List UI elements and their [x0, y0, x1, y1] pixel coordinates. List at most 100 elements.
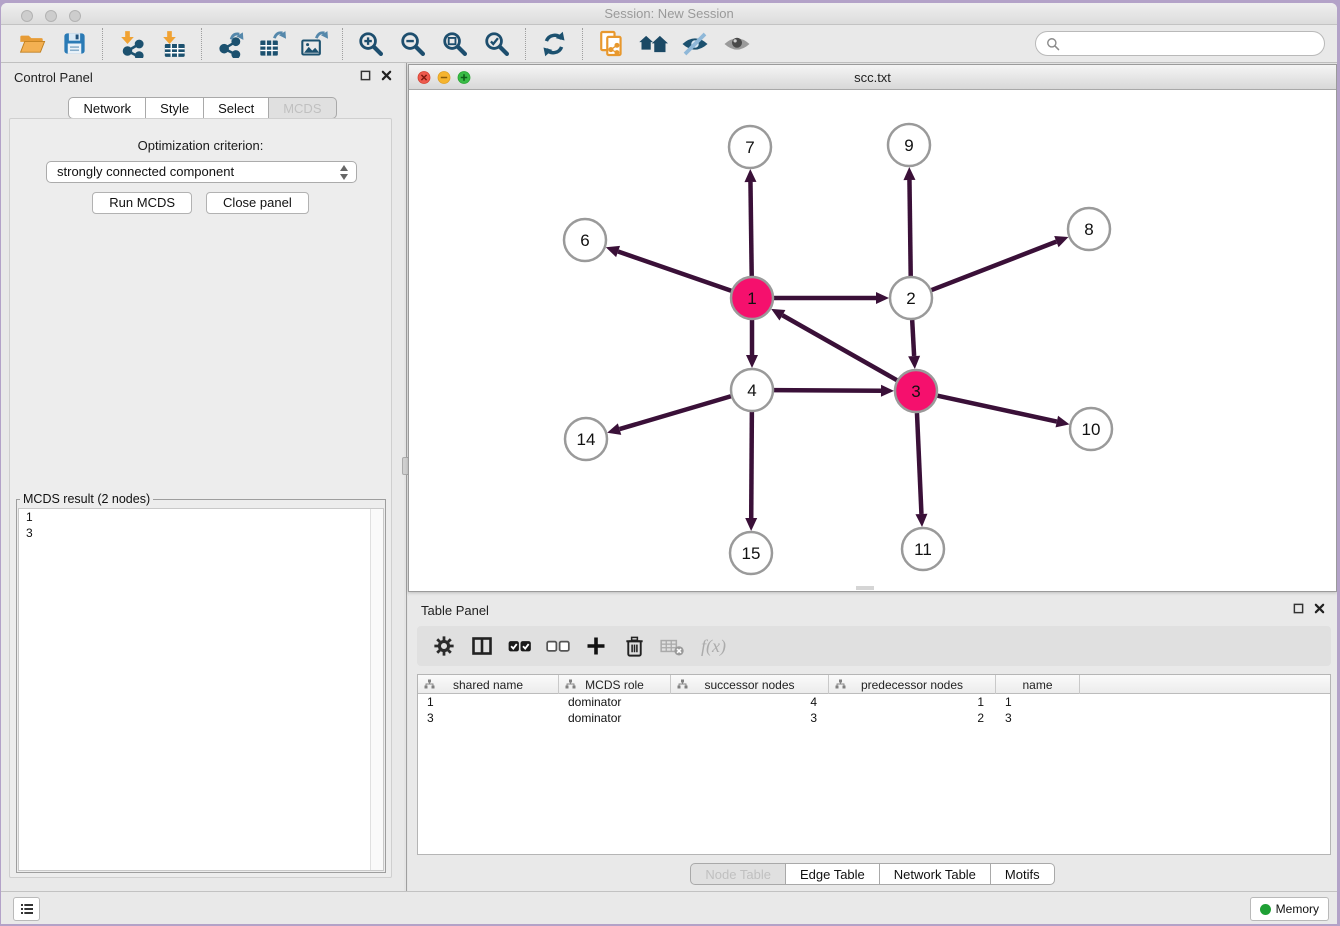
open-session-icon[interactable] [17, 29, 47, 59]
tab-network[interactable]: Network [68, 97, 146, 119]
network-resize-grip[interactable] [856, 586, 874, 590]
show-all-icon[interactable] [722, 29, 752, 59]
graph-edge-arrow-1-4 [746, 355, 758, 368]
graph-node-label-14: 14 [577, 430, 596, 449]
graph-node-label-1: 1 [747, 289, 756, 308]
graph-node-label-15: 15 [742, 544, 761, 563]
graph-edge-2-3[interactable] [912, 320, 914, 356]
graph-edge-2-8[interactable] [932, 242, 1057, 290]
show-columns-icon[interactable] [467, 632, 497, 660]
graph-edge-arrow-4-15 [745, 518, 757, 531]
graph-node-label-6: 6 [580, 231, 589, 250]
list-icon [19, 901, 35, 917]
graph-edge-1-6[interactable] [618, 251, 731, 290]
graph-edge-1-7[interactable] [750, 182, 751, 276]
graph-node-label-2: 2 [906, 289, 915, 308]
delete-table-icon[interactable] [657, 632, 687, 660]
close-table-panel-icon[interactable] [1314, 603, 1325, 614]
optimization-criterion-label: Optimization criterion: [10, 138, 391, 153]
network-graph[interactable]: 7968124314101511 [409, 90, 1336, 591]
table-cell[interactable]: 3 [418, 710, 559, 726]
tree-icon [424, 679, 435, 690]
import-network-icon[interactable] [116, 29, 146, 59]
network-canvas[interactable]: 7968124314101511 [409, 90, 1336, 591]
graph-edge-2-9[interactable] [909, 180, 910, 276]
run-mcds-button[interactable]: Run MCDS [92, 192, 192, 214]
table-panel-title: Table Panel [421, 603, 489, 618]
criterion-select[interactable]: strongly connected component [46, 161, 357, 183]
export-network-icon[interactable] [215, 29, 245, 59]
close-panel-icon[interactable] [381, 70, 392, 81]
mcds-panel: Optimization criterion: strongly connect… [9, 118, 392, 878]
tab-select[interactable]: Select [204, 97, 269, 119]
column-header-successor-nodes[interactable]: successor nodes [671, 675, 829, 694]
tab-style[interactable]: Style [146, 97, 204, 119]
task-history-button[interactable] [13, 897, 40, 921]
column-header-shared-name[interactable]: shared name [418, 675, 559, 694]
float-panel-icon[interactable] [360, 70, 371, 81]
tree-icon [835, 679, 846, 690]
delete-column-icon[interactable] [619, 632, 649, 660]
table-cell[interactable]: 1 [418, 694, 559, 710]
table-cell[interactable]: 2 [829, 710, 996, 726]
graph-edge-4-14[interactable] [620, 396, 731, 429]
zoom-selected-icon[interactable] [482, 29, 512, 59]
table-cell[interactable]: 3 [671, 710, 829, 726]
table-cell[interactable]: dominator [559, 694, 671, 710]
table-panel-tabs: Node TableEdge TableNetwork TableMotifs [408, 863, 1337, 885]
graph-node-label-4: 4 [747, 381, 756, 400]
node-table: shared nameMCDS rolesuccessor nodesprede… [417, 674, 1331, 855]
clone-network-icon[interactable] [596, 29, 626, 59]
graph-edge-3-10[interactable] [937, 396, 1056, 422]
table-cell[interactable]: 1 [996, 694, 1080, 710]
graph-edge-3-11[interactable] [917, 413, 921, 514]
export-image-icon[interactable] [299, 29, 329, 59]
float-table-panel-icon[interactable] [1293, 603, 1304, 614]
hide-selected-icon[interactable] [680, 29, 710, 59]
select-all-columns-icon[interactable] [505, 632, 535, 660]
table-row[interactable]: 3dominator323 [418, 710, 1330, 726]
table-cell[interactable]: 4 [671, 694, 829, 710]
column-header-name[interactable]: name [996, 675, 1080, 694]
main-content: Control Panel NetworkStyleSelectMCDS Opt… [1, 63, 1337, 891]
tab-motifs[interactable]: Motifs [991, 863, 1055, 885]
select-stepper-icon [339, 165, 350, 180]
search-icon [1046, 37, 1060, 51]
home-icon[interactable] [638, 29, 668, 59]
refresh-icon[interactable] [539, 29, 569, 59]
unselect-all-columns-icon[interactable] [543, 632, 573, 660]
graph-node-label-11: 11 [914, 540, 932, 559]
table-settings-icon[interactable] [429, 632, 459, 660]
close-panel-button[interactable]: Close panel [206, 192, 309, 214]
table-cell[interactable]: 1 [829, 694, 996, 710]
add-column-icon[interactable] [581, 632, 611, 660]
toolbar-separator [201, 28, 202, 60]
table-row[interactable]: 1dominator411 [418, 694, 1330, 710]
column-header-MCDS-role[interactable]: MCDS role [559, 675, 671, 694]
export-table-icon[interactable] [257, 29, 287, 59]
graph-node-label-7: 7 [745, 138, 754, 157]
graph-edge-4-15[interactable] [751, 412, 752, 518]
zoom-in-icon[interactable] [356, 29, 386, 59]
function-builder-icon[interactable]: f(x) [695, 632, 726, 660]
mcds-result-list: 13 [18, 508, 384, 871]
import-table-icon[interactable] [158, 29, 188, 59]
table-cell[interactable]: dominator [559, 710, 671, 726]
memory-status-icon [1260, 904, 1271, 915]
result-scrollbar[interactable] [370, 509, 383, 870]
graph-edge-4-3[interactable] [774, 390, 881, 391]
graph-edge-arrow-4-14 [607, 423, 621, 435]
search-input[interactable] [1066, 37, 1314, 51]
save-session-icon[interactable] [59, 29, 89, 59]
table-cell[interactable]: 3 [996, 710, 1080, 726]
tab-mcds[interactable]: MCDS [269, 97, 336, 119]
tab-node-table[interactable]: Node Table [690, 863, 786, 885]
tab-network-table[interactable]: Network Table [880, 863, 991, 885]
zoom-out-icon[interactable] [398, 29, 428, 59]
network-window-titlebar[interactable]: scc.txt [409, 65, 1336, 90]
graph-edge-3-1[interactable] [782, 315, 896, 380]
column-header-predecessor-nodes[interactable]: predecessor nodes [829, 675, 996, 694]
memory-button[interactable]: Memory [1250, 897, 1329, 921]
zoom-fit-icon[interactable] [440, 29, 470, 59]
tab-edge-table[interactable]: Edge Table [786, 863, 880, 885]
